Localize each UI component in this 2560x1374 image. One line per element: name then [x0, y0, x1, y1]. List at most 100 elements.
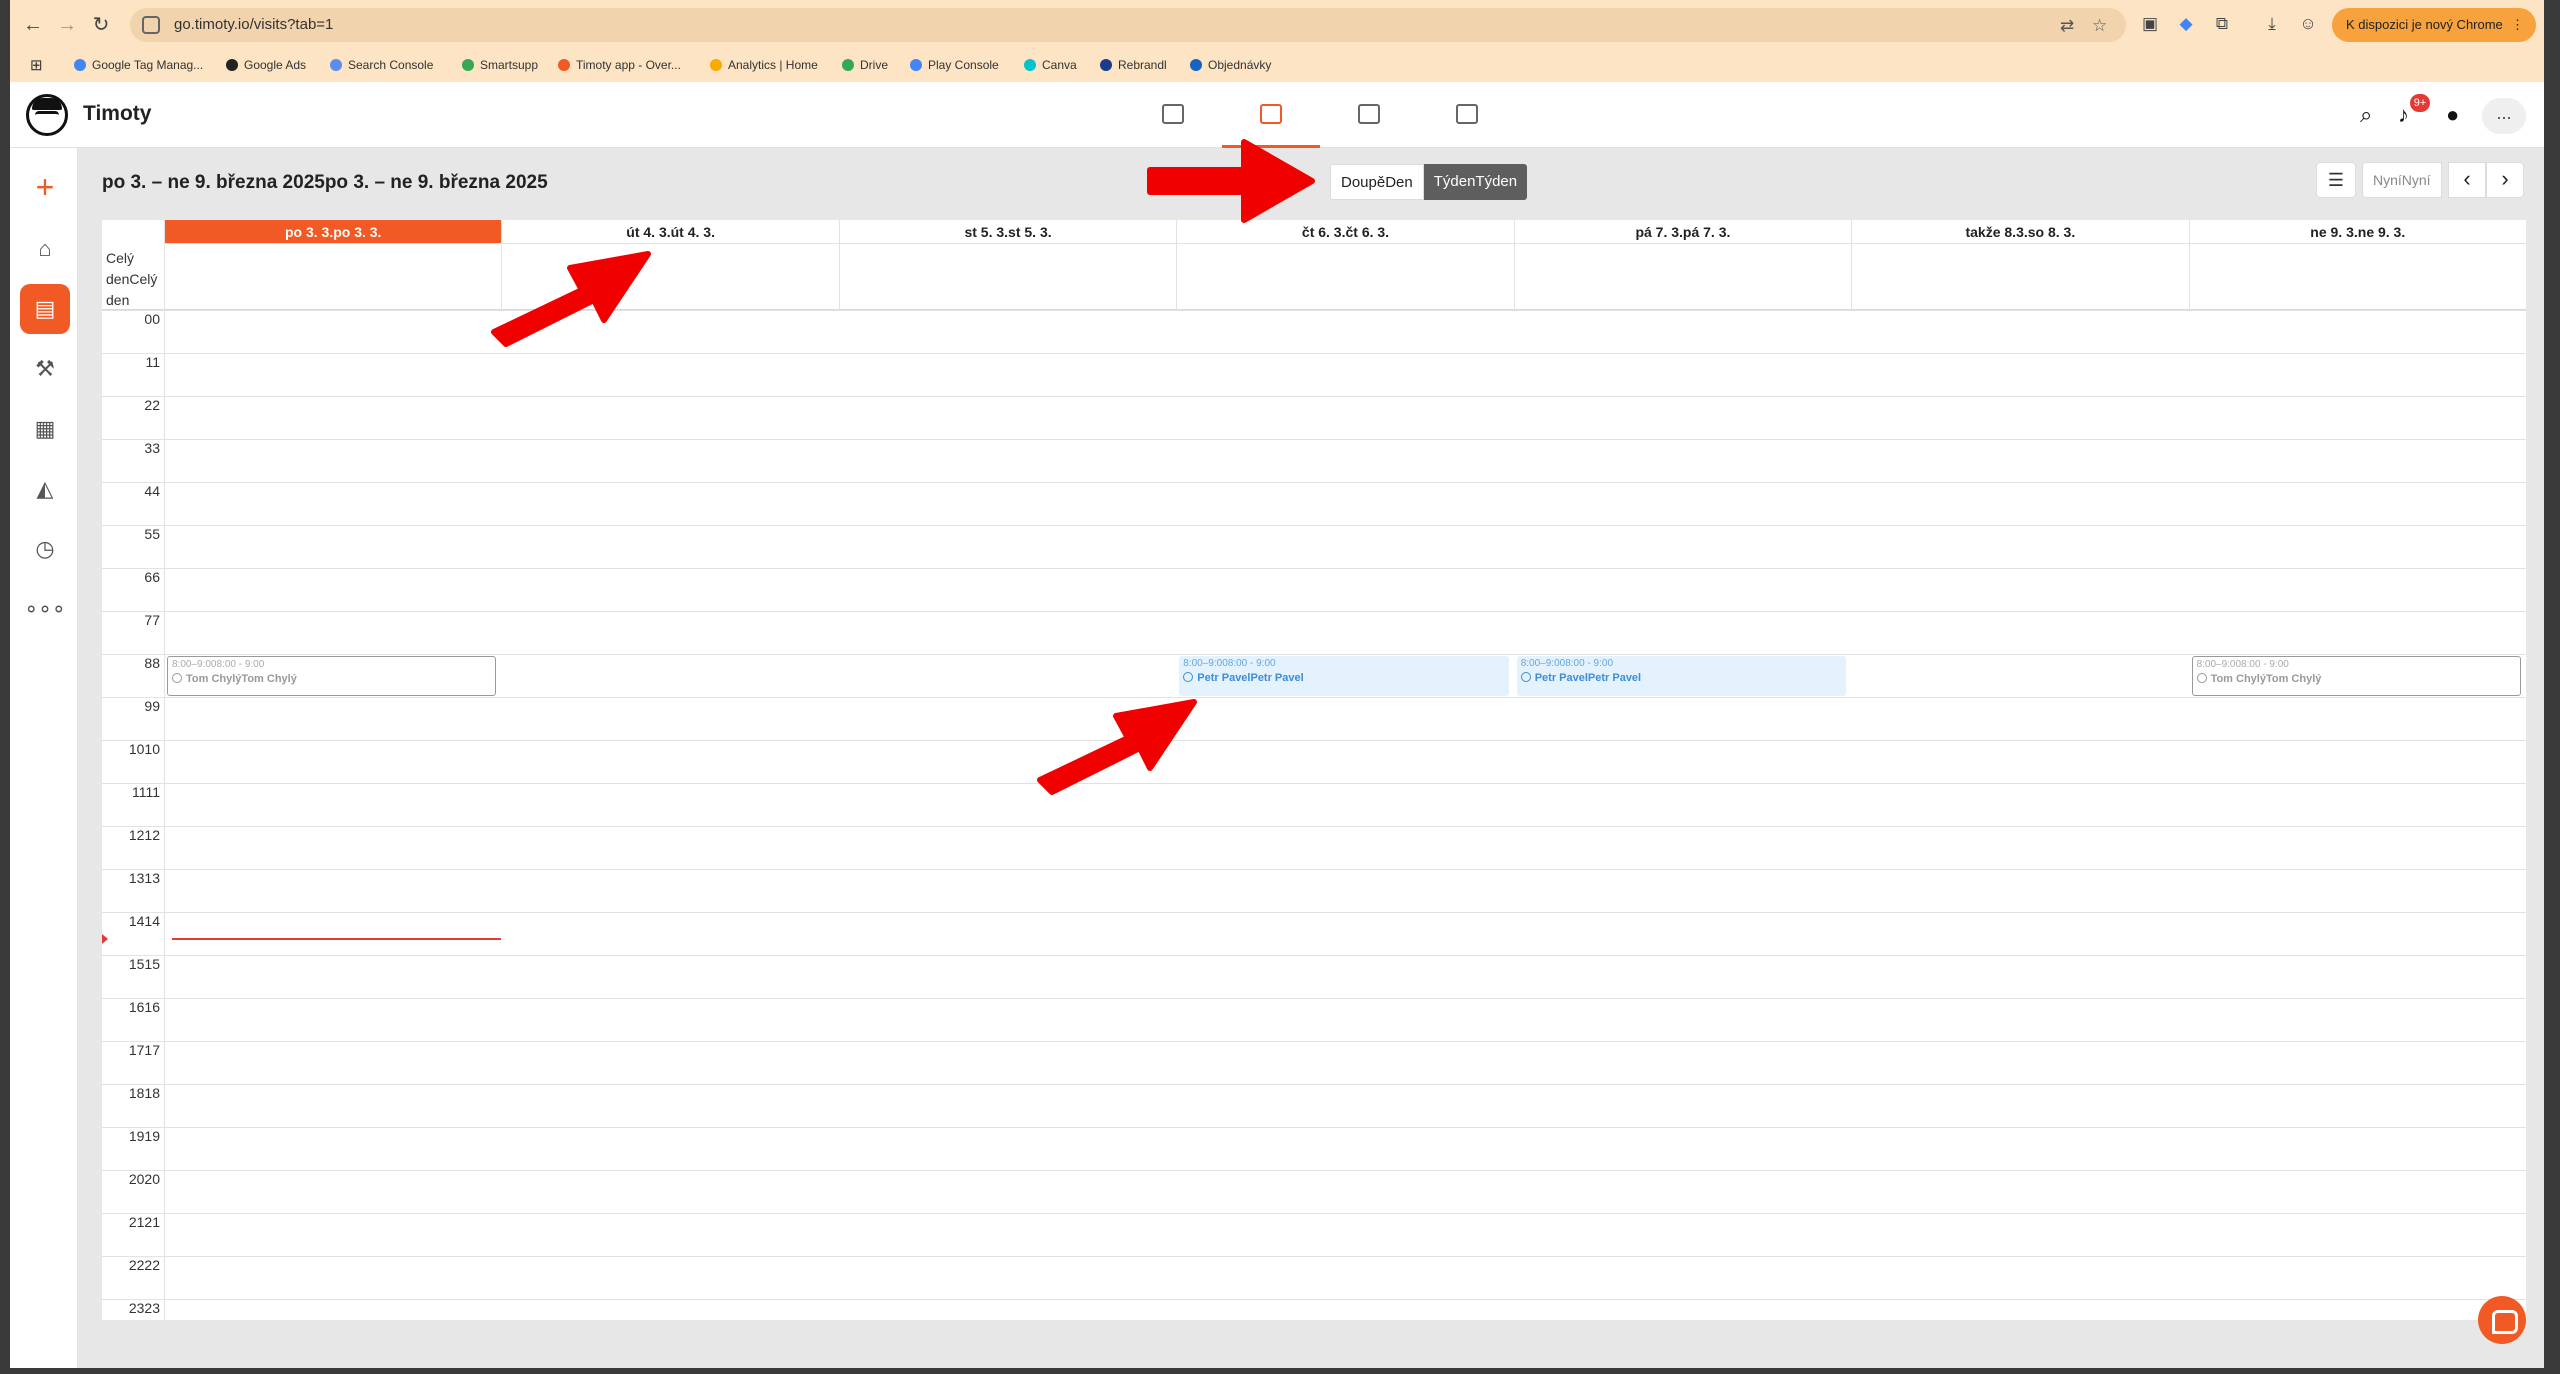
hour-row[interactable]: 1818: [102, 1084, 2526, 1127]
visits-icon[interactable]: ▤: [20, 284, 70, 334]
event-client-name: Petr PavelPetr Pavel: [1520, 672, 1842, 684]
bell-icon[interactable]: ♪: [2398, 102, 2409, 128]
visit-event[interactable]: 8:00–9:008:00 - 9:00 Petr PavelPetr Pavel: [1516, 656, 1847, 696]
hour-row[interactable]: 00: [102, 310, 2526, 353]
all-day-cell[interactable]: [1851, 244, 2188, 310]
hour-row[interactable]: 44: [102, 482, 2526, 525]
day-header[interactable]: takže 8.3.so 8. 3.: [1851, 220, 2189, 244]
bookmark-item[interactable]: Google Ads: [226, 58, 306, 72]
contacts-icon[interactable]: ▦: [20, 404, 70, 454]
address-bar[interactable]: go.timoty.io/visits?tab=1 ⇄ ☆: [130, 8, 2126, 42]
hour-row[interactable]: 1010: [102, 740, 2526, 783]
hour-row[interactable]: 22: [102, 396, 2526, 439]
bookmark-item[interactable]: Play Console: [910, 58, 999, 72]
visit-event[interactable]: 8:00–9:008:00 - 9:00 Petr PavelPetr Pavel: [1179, 656, 1509, 696]
visit-event[interactable]: 8:00–9:008:00 - 9:00 Tom ChylýTom Chylý: [2191, 656, 2521, 696]
bookmark-favicon-icon: [1024, 59, 1036, 71]
visit-event[interactable]: 8:00–9:008:00 - 9:00 Tom ChylýTom Chylý: [167, 656, 497, 696]
bookmark-item[interactable]: Rebrandl: [1100, 58, 1167, 72]
event-time: 8:00–9:008:00 - 9:00: [2196, 659, 2289, 670]
day-header[interactable]: ne 9. 3.ne 9. 3.: [2188, 220, 2526, 244]
hour-row[interactable]: 11: [102, 353, 2526, 396]
profile-avatar-icon[interactable]: ☺: [2296, 12, 2320, 36]
back-icon[interactable]: ←: [20, 12, 46, 38]
more-button[interactable]: ...: [2482, 98, 2526, 134]
hour-label: 1111: [131, 784, 160, 800]
day-header[interactable]: st 5. 3.st 5. 3.: [838, 220, 1177, 244]
bookmark-item[interactable]: Objednávky: [1190, 58, 1271, 72]
hour-row[interactable]: 33: [102, 439, 2526, 482]
more-apps-icon[interactable]: ∘∘∘: [20, 584, 70, 634]
chat-support-button[interactable]: [2478, 1296, 2526, 1344]
bookmark-item[interactable]: Timoty app - Over...: [558, 58, 681, 72]
hour-row[interactable]: 2222: [102, 1256, 2526, 1299]
apps-grid-icon[interactable]: ⊞: [30, 56, 43, 74]
site-settings-icon[interactable]: [142, 16, 160, 34]
next-week-button[interactable]: ›: [2486, 162, 2524, 198]
forward-icon[interactable]: →: [54, 12, 80, 38]
hour-label: 1919: [128, 1128, 160, 1144]
date-range-title: po 3. – ne 9. března 2025po 3. – ne 9. b…: [102, 172, 548, 193]
all-day-cell[interactable]: [164, 244, 501, 310]
extension-icon-1[interactable]: ▣: [2138, 12, 2162, 36]
translate-icon[interactable]: ⇄: [2060, 16, 2074, 36]
hour-row[interactable]: 1313: [102, 869, 2526, 912]
bookmark-item[interactable]: Smartsupp: [462, 58, 538, 72]
bookmark-item[interactable]: Drive: [842, 58, 888, 72]
day-view-button[interactable]: DoupěDen: [1330, 164, 1424, 200]
hour-row[interactable]: 1515: [102, 955, 2526, 998]
hour-row[interactable]: 99: [102, 697, 2526, 740]
tools-icon[interactable]: ⚒: [20, 344, 70, 394]
timoty-logo[interactable]: [26, 94, 68, 136]
all-day-cell[interactable]: [2188, 244, 2526, 310]
hour-row[interactable]: 66: [102, 568, 2526, 611]
hour-row[interactable]: 77: [102, 611, 2526, 654]
all-day-label: Celý denCelý den: [106, 250, 158, 308]
extension-icon-2[interactable]: ◆: [2174, 12, 2198, 36]
reports-icon[interactable]: ◭: [20, 464, 70, 514]
event-name-text: Petr PavelPetr Pavel: [1534, 672, 1642, 684]
hour-row[interactable]: 55: [102, 525, 2526, 568]
bookmark-item[interactable]: Canva: [1024, 58, 1077, 72]
reload-icon[interactable]: ↻: [88, 12, 114, 38]
all-day-row: Celý denCelý den: [102, 244, 2526, 310]
hour-row[interactable]: 1717: [102, 1041, 2526, 1084]
bookmark-favicon-icon: [710, 59, 722, 71]
table-icon: [1260, 104, 1282, 124]
prev-week-button[interactable]: ‹: [2448, 162, 2486, 198]
add-icon[interactable]: +: [20, 162, 70, 212]
hour-row[interactable]: 1111: [102, 783, 2526, 826]
hour-row[interactable]: 2323: [102, 1299, 2526, 1320]
day-header[interactable]: pá 7. 3.pá 7. 3.: [1513, 220, 1852, 244]
hour-label: 88: [144, 655, 160, 671]
week-view-button[interactable]: TýdenTýden: [1423, 164, 1528, 200]
clock-icon[interactable]: ◷: [20, 524, 70, 574]
calendar-settings-button[interactable]: ☰: [2316, 162, 2356, 198]
hour-row[interactable]: 1212: [102, 826, 2526, 869]
all-day-cell[interactable]: [838, 244, 1176, 310]
tab-card-view[interactable]: [1418, 82, 1516, 148]
download-icon[interactable]: ⤓: [2260, 12, 2284, 36]
extensions-puzzle-icon[interactable]: ⧉: [2210, 12, 2234, 36]
bookmark-item[interactable]: Google Tag Manag...: [74, 58, 203, 72]
all-day-cell[interactable]: [1176, 244, 1513, 310]
now-button[interactable]: NyníNyní: [2362, 162, 2442, 198]
hour-row[interactable]: 1616: [102, 998, 2526, 1041]
bookmark-label: Objednávky: [1208, 58, 1272, 72]
tab-calendar-view[interactable]: [1320, 82, 1418, 148]
all-day-cell[interactable]: [1513, 244, 1851, 310]
bookmark-star-icon[interactable]: ☆: [2092, 16, 2107, 36]
search-icon[interactable]: ⌕: [2360, 102, 2372, 128]
bookmark-label: Rebrandl: [1118, 58, 1167, 72]
bookmark-item[interactable]: Search Console: [330, 58, 433, 72]
home-icon[interactable]: ⌂: [20, 224, 70, 274]
hour-row[interactable]: 1919: [102, 1127, 2526, 1170]
hour-row[interactable]: 2121: [102, 1213, 2526, 1256]
chrome-update-button[interactable]: K dispozici je nový Chrome ⋮: [2332, 8, 2536, 42]
bookmark-item[interactable]: Analytics | Home: [710, 58, 818, 72]
hour-label: 1717: [128, 1042, 160, 1058]
hour-row[interactable]: 1414: [102, 912, 2526, 955]
user-icon[interactable]: ●: [2446, 102, 2459, 128]
day-header[interactable]: po 3. 3.po 3. 3.: [164, 220, 502, 244]
hour-row[interactable]: 2020: [102, 1170, 2526, 1213]
